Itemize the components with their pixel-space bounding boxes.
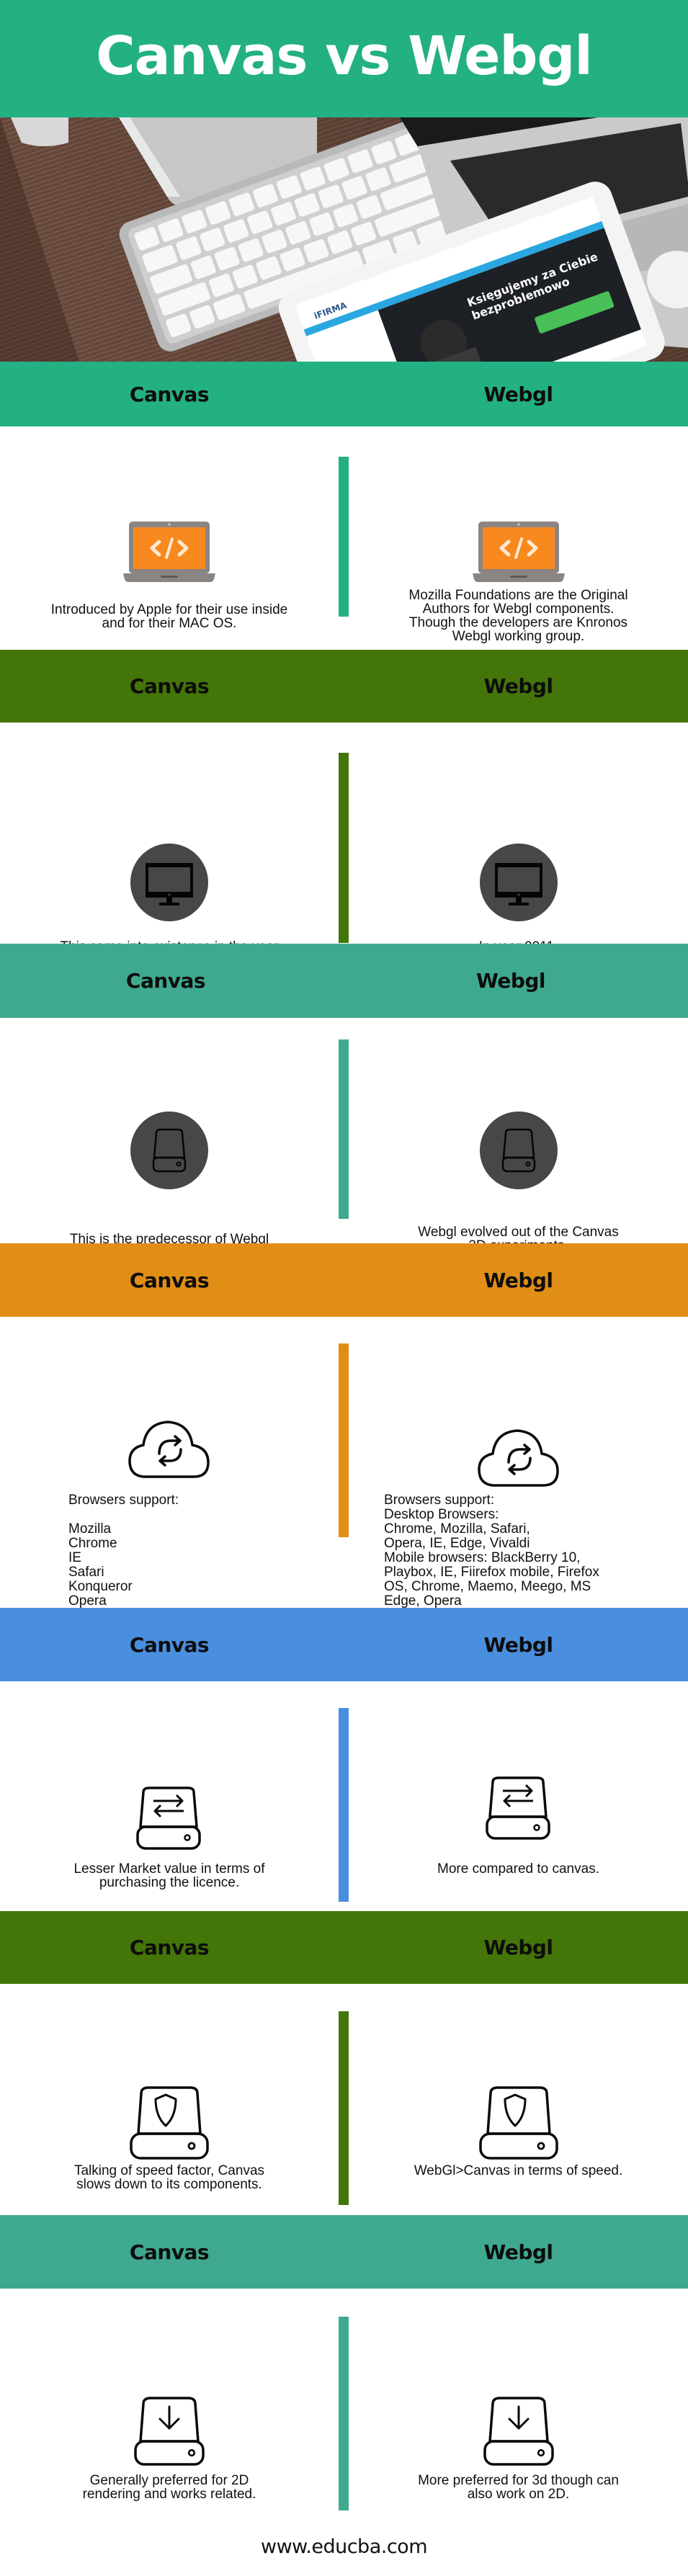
header-webgl: Webgl [483,2240,553,2264]
canvas-text-wrap: Generally preferred for 2D rendering and… [0,2474,339,2501]
section-body: Browsers support: Mozilla Chrome IE Safa… [0,1317,688,1623]
canvas-column [0,844,339,921]
header-webgl: Webgl [475,969,546,993]
hero-image: Księgujemy za Ciebie bezproblemowo iFIRM… [0,117,688,362]
webgl-column [349,522,688,582]
webgl-column [349,2397,688,2466]
section-body: This is the predecessor of Webgl Webgl e… [0,1018,688,1253]
footer-url[interactable]: www.educba.com [261,2536,428,2558]
section-body: Talking of speed factor, Canvas slows do… [0,1984,688,2215]
drive-shield-icon [478,2086,558,2161]
header-canvas: Canvas [129,1936,210,1959]
drive-transfer-icon [135,1786,204,1851]
canvas-text-wrap: Talking of speed factor, Canvas slows do… [0,2164,339,2191]
webgl-column [349,1428,688,1488]
header-canvas: Canvas [129,2240,210,2264]
canvas-description: Talking of speed factor, Canvas slows do… [73,2163,265,2192]
webgl-text-wrap: Mozilla Foundations are the Original Aut… [349,589,688,643]
laptop-code-icon [123,522,215,582]
vertical-divider [339,457,349,617]
header-webgl: Webgl [483,1632,553,1657]
section-body: Lesser Market value in terms of purchasi… [0,1681,688,1911]
section-header: Canvas Webgl [0,2215,688,2289]
webgl-description: Browsers support: Desktop Browsers: Chro… [384,1493,599,1623]
drive-transfer-icon [484,1776,553,1841]
webgl-description: More compared to canvas. [437,1861,599,1877]
vertical-divider [339,2317,349,2510]
canvas-column [0,1419,339,1480]
section-body: Generally preferred for 2D rendering and… [0,2289,688,2514]
monitor-icon [130,844,208,921]
webgl-text-wrap: More compared to canvas. [349,1862,688,1876]
monitor-icon [479,844,558,921]
section-body: This came into existence in the year 200… [0,723,688,967]
header-canvas: Canvas [129,1632,210,1657]
header-canvas: Canvas [129,674,210,698]
drive-shield-icon [130,2086,209,2161]
section-header: Canvas Webgl [0,650,688,723]
vertical-divider [339,1039,349,1219]
canvas-text-wrap: Introduced by Apple for their use inside… [0,603,339,630]
vertical-divider [339,1708,349,1902]
header-webgl: Webgl [483,1936,553,1959]
cloud-sync-icon [477,1428,560,1488]
section-body: Introduced by Apple for their use inside… [0,426,688,650]
webgl-description: More preferred for 3d though can also wo… [418,2473,619,2502]
comparison-section: Canvas Webgl This came [0,650,688,967]
canvas-description: Lesser Market value in terms of purchasi… [73,1861,265,1890]
canvas-description: Introduced by Apple for their use inside… [50,602,288,631]
cloud-sync-icon [128,1419,211,1480]
canvas-column [0,522,339,582]
section-header: Canvas Webgl [0,944,688,1018]
webgl-column [349,2086,688,2161]
vertical-divider [339,2011,349,2205]
drive-download-icon [483,2397,555,2466]
webgl-text-wrap: More preferred for 3d though can also wo… [349,2474,688,2501]
section-header: Canvas Webgl [0,1608,688,1681]
title-banner: Canvas vs Webgl [0,0,688,117]
header-webgl: Webgl [483,382,553,406]
header-webgl: Webgl [483,1268,553,1292]
comparison-section: Canvas Webgl Talking of speed factor, Ca… [0,1911,688,2215]
webgl-column [349,1112,688,1189]
canvas-description: Browsers support: Mozilla Chrome IE Safa… [68,1493,179,1623]
canvas-column [0,2086,339,2161]
canvas-description: Generally preferred for 2D rendering and… [82,2473,256,2502]
footer: www.educba.com [0,2518,688,2576]
canvas-column [0,1112,339,1189]
canvas-text-wrap: Lesser Market value in terms of purchasi… [0,1862,339,1889]
hard-drive-icon [479,1112,558,1189]
canvas-text-wrap: Browsers support: Mozilla Chrome IE Safa… [0,1493,339,1623]
section-header: Canvas Webgl [0,1243,688,1317]
header-canvas: Canvas [129,382,210,406]
comparison-section: Canvas Webgl Browsers support: Mozilla C… [0,1243,688,1623]
header-canvas: Canvas [129,1268,210,1292]
header-canvas: Canvas [125,969,206,993]
vertical-divider [339,753,349,943]
webgl-text-wrap: WebGl>Canvas in terms of speed. [349,2164,688,2178]
hard-drive-icon [130,1112,208,1189]
webgl-description: Mozilla Foundations are the Original Aut… [408,588,628,644]
comparison-section: Canvas Webgl [0,362,688,650]
hero-illustration: Księgujemy za Ciebie bezproblemowo iFIRM… [0,117,688,362]
webgl-text-wrap: Browsers support: Desktop Browsers: Chro… [349,1493,688,1623]
comparison-section: Canvas Webgl Generally preferred for 2D … [0,2215,688,2514]
webgl-column [349,1776,688,1841]
drive-download-icon [133,2397,205,2466]
section-header: Canvas Webgl [0,362,688,426]
comparison-section: Canvas Webgl [0,1608,688,1911]
webgl-description: WebGl>Canvas in terms of speed. [414,2163,623,2178]
comparison-section: Canvas Webgl This is the predecessor of … [0,944,688,1253]
canvas-column [0,2397,339,2466]
laptop-code-icon [472,522,565,582]
vertical-divider [339,1343,349,1537]
canvas-column [0,1786,339,1851]
header-webgl: Webgl [483,674,553,698]
section-header: Canvas Webgl [0,1911,688,1984]
webgl-column [349,844,688,921]
page-title: Canvas vs Webgl [96,24,592,87]
